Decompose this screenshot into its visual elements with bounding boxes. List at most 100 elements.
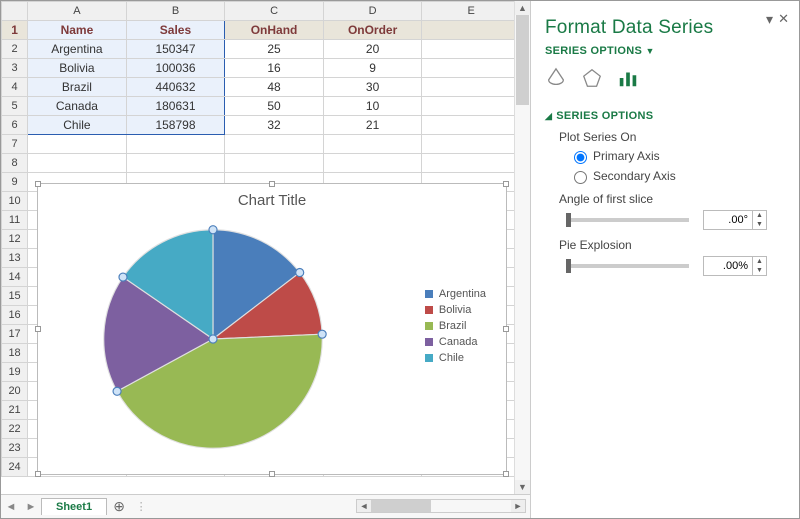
cell[interactable] bbox=[126, 154, 225, 173]
tab-nav-next[interactable]: ► bbox=[21, 501, 41, 513]
scroll-track[interactable] bbox=[515, 15, 530, 480]
chart-title[interactable]: Chart Title bbox=[38, 192, 506, 209]
resize-handle[interactable] bbox=[35, 471, 41, 477]
cell[interactable]: 10 bbox=[323, 97, 422, 116]
row-header[interactable]: 5 bbox=[2, 97, 28, 116]
row-header[interactable]: 8 bbox=[2, 154, 28, 173]
resize-handle[interactable] bbox=[269, 471, 275, 477]
legend-item[interactable]: Brazil bbox=[425, 320, 486, 332]
row-header[interactable]: 6 bbox=[2, 116, 28, 135]
selection-handle[interactable] bbox=[119, 273, 127, 281]
cell[interactable]: 100036 bbox=[126, 59, 225, 78]
fill-line-icon[interactable] bbox=[545, 67, 567, 92]
secondary-axis-input[interactable] bbox=[574, 171, 587, 184]
series-options-icon[interactable] bbox=[617, 67, 639, 92]
tab-nav-prev[interactable]: ◄ bbox=[1, 501, 21, 513]
row-header[interactable]: 18 bbox=[2, 344, 28, 363]
legend-item[interactable]: Chile bbox=[425, 352, 486, 364]
scroll-thumb[interactable] bbox=[516, 15, 529, 105]
cell[interactable] bbox=[323, 135, 422, 154]
vertical-scrollbar[interactable]: ▲ ▼ bbox=[514, 1, 530, 494]
cell[interactable]: 180631 bbox=[126, 97, 225, 116]
cell[interactable]: 16 bbox=[225, 59, 324, 78]
spin-up[interactable]: ▲ bbox=[753, 211, 766, 220]
grid-viewport[interactable]: ABCDE1NameSalesOnHandOnOrder2Argentina15… bbox=[1, 1, 530, 494]
scroll-down-button[interactable]: ▼ bbox=[515, 480, 530, 494]
cell[interactable] bbox=[422, 40, 521, 59]
row-header[interactable]: 3 bbox=[2, 59, 28, 78]
cell[interactable] bbox=[28, 135, 127, 154]
effects-icon[interactable] bbox=[581, 67, 603, 92]
cell[interactable]: 50 bbox=[225, 97, 324, 116]
resize-handle[interactable] bbox=[35, 181, 41, 187]
pie-plot-area[interactable] bbox=[98, 224, 328, 454]
angle-slider[interactable] bbox=[569, 218, 689, 222]
cell[interactable]: Bolivia bbox=[28, 59, 127, 78]
cell[interactable] bbox=[422, 116, 521, 135]
primary-axis-radio[interactable]: Primary Axis bbox=[569, 148, 785, 164]
row-header[interactable]: 12 bbox=[2, 230, 28, 249]
cell[interactable]: Chile bbox=[28, 116, 127, 135]
column-header[interactable]: A bbox=[28, 2, 127, 21]
row-header[interactable]: 1 bbox=[2, 21, 28, 40]
cell[interactable]: 20 bbox=[323, 40, 422, 59]
column-header[interactable]: B bbox=[126, 2, 225, 21]
series-options-section-header[interactable]: ◢SERIES OPTIONS bbox=[545, 110, 785, 122]
new-sheet-button[interactable]: ⊕ bbox=[107, 498, 131, 515]
secondary-axis-radio[interactable]: Secondary Axis bbox=[569, 168, 785, 184]
cell[interactable]: Brazil bbox=[28, 78, 127, 97]
cell[interactable] bbox=[422, 59, 521, 78]
selection-handle[interactable] bbox=[209, 335, 217, 343]
cell[interactable] bbox=[225, 154, 324, 173]
row-header[interactable]: 16 bbox=[2, 306, 28, 325]
legend-item[interactable]: Argentina bbox=[425, 288, 486, 300]
cell[interactable] bbox=[422, 135, 521, 154]
slider-knob[interactable] bbox=[566, 259, 571, 273]
cell[interactable]: Sales bbox=[126, 21, 225, 40]
cell[interactable]: 150347 bbox=[126, 40, 225, 59]
row-header[interactable]: 10 bbox=[2, 192, 28, 211]
cell[interactable] bbox=[225, 135, 324, 154]
resize-handle[interactable] bbox=[35, 326, 41, 332]
column-header[interactable]: C bbox=[225, 2, 324, 21]
explosion-slider[interactable] bbox=[569, 264, 689, 268]
horizontal-scrollbar[interactable]: ◄ ► bbox=[356, 499, 526, 513]
close-icon[interactable]: ✕ bbox=[778, 11, 789, 27]
scroll-up-button[interactable]: ▲ bbox=[515, 1, 530, 15]
angle-spinner[interactable]: ▲▼ bbox=[703, 210, 767, 230]
row-header[interactable]: 23 bbox=[2, 439, 28, 458]
cell[interactable]: 25 bbox=[225, 40, 324, 59]
row-header[interactable]: 13 bbox=[2, 249, 28, 268]
row-header[interactable]: 22 bbox=[2, 420, 28, 439]
cell[interactable] bbox=[422, 154, 521, 173]
cell[interactable] bbox=[422, 21, 521, 40]
row-header[interactable]: 14 bbox=[2, 268, 28, 287]
row-header[interactable]: 17 bbox=[2, 325, 28, 344]
spin-down[interactable]: ▼ bbox=[753, 266, 766, 275]
row-header[interactable]: 24 bbox=[2, 458, 28, 477]
scroll-right-button[interactable]: ► bbox=[511, 500, 525, 512]
selection-handle[interactable] bbox=[209, 226, 217, 234]
cell[interactable]: Name bbox=[28, 21, 127, 40]
row-header[interactable]: 21 bbox=[2, 401, 28, 420]
row-header[interactable]: 11 bbox=[2, 211, 28, 230]
selection-handle[interactable] bbox=[296, 269, 304, 277]
resize-handle[interactable] bbox=[503, 471, 509, 477]
task-pane-options-icon[interactable]: ▾ bbox=[766, 11, 773, 28]
scroll-thumb[interactable] bbox=[371, 500, 431, 512]
legend-item[interactable]: Canada bbox=[425, 336, 486, 348]
legend-item[interactable]: Bolivia bbox=[425, 304, 486, 316]
sheet-tab[interactable]: Sheet1 bbox=[41, 498, 107, 515]
resize-handle[interactable] bbox=[269, 181, 275, 187]
resize-handle[interactable] bbox=[503, 181, 509, 187]
column-header[interactable]: E bbox=[422, 2, 521, 21]
cell[interactable] bbox=[28, 154, 127, 173]
spin-down[interactable]: ▼ bbox=[753, 220, 766, 229]
row-header[interactable]: 2 bbox=[2, 40, 28, 59]
row-header[interactable]: 15 bbox=[2, 287, 28, 306]
explosion-spinner[interactable]: ▲▼ bbox=[703, 256, 767, 276]
cell[interactable]: Argentina bbox=[28, 40, 127, 59]
angle-input[interactable] bbox=[704, 211, 752, 229]
cell[interactable] bbox=[323, 154, 422, 173]
chart-legend[interactable]: Argentina Bolivia Brazil Canada Chile bbox=[425, 284, 486, 368]
